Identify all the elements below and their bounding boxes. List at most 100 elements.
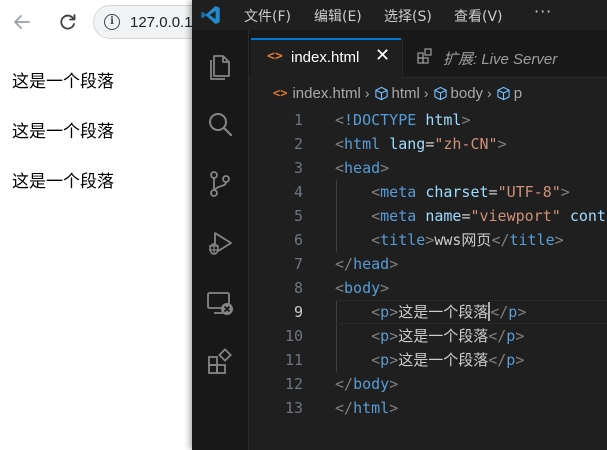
code-token: </ xyxy=(488,327,507,345)
menu-selection[interactable]: 选择(S) xyxy=(384,6,432,26)
code-token: > xyxy=(425,231,435,249)
editor-tab-bar: <> index.html ✕ 扩展: Live Server xyxy=(249,30,607,78)
breadcrumb-label: p xyxy=(513,84,523,102)
arrow-left-icon xyxy=(14,15,30,29)
reload-button[interactable] xyxy=(54,8,82,36)
site-info-icon[interactable]: i xyxy=(104,14,120,30)
search-icon[interactable] xyxy=(205,110,235,140)
code-token: < xyxy=(335,159,345,177)
menu-edit[interactable]: 编辑(E) xyxy=(314,6,362,26)
code-token: </ xyxy=(490,303,509,321)
menu-view[interactable]: 查看(V) xyxy=(454,6,503,26)
code-token: > xyxy=(389,351,399,369)
code-line[interactable]: 7 </head> xyxy=(249,252,607,276)
chevron-right-icon: › xyxy=(364,85,370,101)
code-token: title xyxy=(509,231,555,249)
code-token: = xyxy=(425,135,435,153)
code-token: > xyxy=(517,303,527,321)
line-number: 3 xyxy=(293,159,303,177)
tab-index-html[interactable]: <> index.html ✕ xyxy=(251,38,401,78)
code-token: > xyxy=(389,255,399,273)
code-token: < xyxy=(335,111,345,129)
code-token: > xyxy=(389,303,399,321)
page-content: 这是一个段落 这是一个段落 这是一个段落 xyxy=(12,70,114,220)
breadcrumb-p[interactable]: p xyxy=(496,85,522,102)
code-line[interactable]: 10 <p>这是一个段落</p> xyxy=(249,324,607,348)
code-token: </ xyxy=(335,255,354,273)
title-bar: 文件(F) 编辑(E) 选择(S) 查看(V) ··· xyxy=(192,0,607,30)
code-token: > xyxy=(554,231,564,249)
line-number: 6 xyxy=(293,231,303,249)
code-text: <html lang="zh-CN"> xyxy=(335,132,507,156)
line-number: 2 xyxy=(293,135,303,153)
code-line[interactable]: 8 <body> xyxy=(249,276,607,300)
code-token: html xyxy=(344,135,390,153)
code-token: html xyxy=(353,399,390,417)
code-token: "UTF-8" xyxy=(497,183,561,201)
browser-window: i 127.0.0.1 这是一个段落 这是一个段落 这是一个段落 xyxy=(0,0,223,450)
vscode-window: 文件(F) 编辑(E) 选择(S) 查看(V) ··· <> index.htm… xyxy=(192,0,607,450)
code-token: !DOCTYPE xyxy=(344,111,426,129)
code-line[interactable]: 9 <p>这是一个段落 </p> xyxy=(249,300,607,324)
menu-file[interactable]: 文件(F) xyxy=(244,6,291,26)
code-line[interactable]: 3 <head> xyxy=(249,156,607,180)
files-icon[interactable] xyxy=(205,52,235,82)
code-line[interactable]: 1 <!DOCTYPE html> xyxy=(249,108,607,132)
tab-live-server-extension[interactable]: 扩展: Live Server xyxy=(402,38,607,78)
extensions-icon[interactable] xyxy=(205,348,235,378)
code-text: <p>这是一个段落</p> xyxy=(335,348,524,372)
code-line[interactable]: 2 <html lang="zh-CN"> xyxy=(249,132,607,156)
code-line[interactable]: 13 </html> xyxy=(249,396,607,420)
code-text: </head> xyxy=(335,252,398,276)
code-token: < xyxy=(371,231,381,249)
line-number: 13 xyxy=(284,399,303,417)
code-text: <head> xyxy=(335,156,389,180)
line-number: 1 xyxy=(293,111,303,129)
breadcrumb-file[interactable]: <> index.html xyxy=(273,85,361,102)
code-token: p xyxy=(380,351,390,369)
code-token: 这是一个段落 xyxy=(398,327,489,345)
breadcrumb-label: html xyxy=(391,84,420,102)
breadcrumb-body[interactable]: body xyxy=(433,85,483,102)
code-token: > xyxy=(389,327,399,345)
back-button[interactable] xyxy=(8,8,36,36)
close-icon[interactable]: ✕ xyxy=(375,45,390,66)
code-token: p xyxy=(380,303,390,321)
menu-more[interactable]: ··· xyxy=(534,2,552,21)
code-token: meta xyxy=(380,207,426,225)
code-text: <p>这是一个段落</p> xyxy=(335,300,526,324)
source-control-icon[interactable] xyxy=(205,169,235,199)
paragraph: 这是一个段落 xyxy=(12,122,114,142)
breadcrumb-file-label: index.html xyxy=(292,84,361,102)
code-token: </ xyxy=(488,351,507,369)
code-token: > xyxy=(389,375,399,393)
code-token: head xyxy=(353,255,390,273)
line-number: 7 xyxy=(293,255,303,273)
line-number: 11 xyxy=(284,351,303,369)
code-token: > xyxy=(380,159,390,177)
code-line[interactable]: 6 <title>wws网页</title> xyxy=(249,228,607,252)
code-line[interactable]: 11 <p>这是一个段落</p> xyxy=(249,348,607,372)
breadcrumb-html[interactable]: html xyxy=(374,85,420,102)
code-token: < xyxy=(335,135,345,153)
code-token: p xyxy=(506,327,516,345)
code-token: > xyxy=(560,183,570,201)
line-number: 9 xyxy=(293,303,303,321)
code-token: 这是一个段落 xyxy=(398,303,489,321)
run-debug-icon[interactable] xyxy=(205,228,235,258)
code-line[interactable]: 5 <meta name="viewport" content xyxy=(249,204,607,228)
element-cube-icon xyxy=(433,86,447,100)
code-token: meta xyxy=(380,183,426,201)
remote-explorer-icon[interactable] xyxy=(205,288,235,318)
code-token: > xyxy=(515,327,525,345)
code-editor[interactable]: 1 <!DOCTYPE html> 2 <html lang="zh-CN"> 3 <he… xyxy=(249,108,607,450)
chevron-right-icon: › xyxy=(487,85,492,101)
code-token: title xyxy=(380,231,426,249)
code-line[interactable]: 4 <meta charset="UTF-8"> xyxy=(249,180,607,204)
code-token: html xyxy=(425,111,462,129)
code-token: < xyxy=(371,303,381,321)
code-token: > xyxy=(389,399,399,417)
code-line[interactable]: 12 </body> xyxy=(249,372,607,396)
